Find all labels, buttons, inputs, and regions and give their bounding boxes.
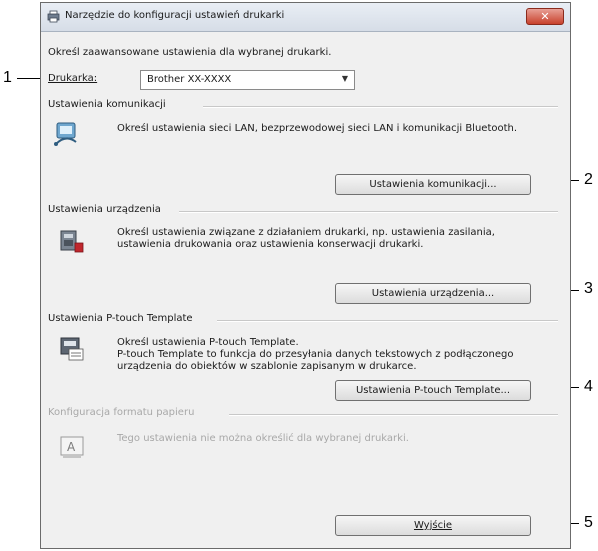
- printer-settings-icon: [60, 230, 84, 253]
- title-bar[interactable]: Narzędzie do konfiguracji ustawień druka…: [41, 3, 570, 32]
- close-button[interactable]: ✕: [526, 8, 564, 25]
- callout-5: 5: [584, 514, 593, 531]
- section-title-paper: Konfiguracja formatu papieru: [48, 407, 195, 418]
- callout-2: 2: [584, 171, 593, 188]
- section-divider: [217, 320, 558, 322]
- ptouch-description-line3: urządzenia do obiektów w szablonie zapis…: [117, 361, 417, 372]
- device-settings-button[interactable]: Ustawienia urządzenia...: [335, 283, 531, 304]
- section-title-device: Ustawienia urządzenia: [48, 204, 161, 215]
- section-divider: [229, 414, 558, 416]
- ptouch-description-line2: P-touch Template to funkcja do przesyłan…: [117, 349, 514, 360]
- template-printer-icon: [60, 337, 84, 361]
- exit-button[interactable]: Wyjście: [335, 515, 531, 536]
- ptouch-description-line1: Określ ustawienia P-touch Template.: [117, 337, 299, 348]
- device-description-line1: Określ ustawienia związane z działaniem …: [117, 227, 495, 238]
- communication-description: Określ ustawienia sieci LAN, bezprzewodo…: [117, 123, 518, 134]
- section-divider: [203, 106, 558, 108]
- device-description-line2: ustawienia drukowania oraz ustawienia ko…: [117, 239, 424, 250]
- section-divider: [179, 211, 558, 213]
- printer-label: Drukarka:: [48, 73, 98, 84]
- printer-dropdown-value: Brother XX-XXXX: [147, 74, 232, 85]
- intro-text: Określ zaawansowane ustawienia dla wybra…: [48, 47, 332, 58]
- network-icon: [54, 122, 77, 146]
- paper-format-icon: A: [60, 436, 84, 458]
- callout-1: 1: [3, 69, 12, 86]
- chevron-down-icon: ▼: [341, 74, 348, 83]
- section-title-communication: Ustawienia komunikacji: [48, 99, 166, 110]
- communication-settings-button[interactable]: Ustawienia komunikacji...: [335, 174, 531, 195]
- callout-1-line: [17, 78, 41, 79]
- callout-4: 4: [584, 378, 593, 395]
- printer-dropdown[interactable]: Brother XX-XXXX ▼: [140, 70, 355, 90]
- window-title: Narzędzie do konfiguracji ustawień druka…: [65, 10, 285, 21]
- callout-3: 3: [584, 280, 593, 297]
- svg-text:A: A: [67, 440, 76, 454]
- paper-description: Tego ustawienia nie można określić dla w…: [117, 433, 409, 444]
- section-title-ptouch: Ustawienia P-touch Template: [48, 313, 193, 324]
- settings-dialog: Narzędzie do konfiguracji ustawień druka…: [40, 2, 571, 549]
- printer-tool-icon: [47, 10, 60, 23]
- ptouch-template-settings-button[interactable]: Ustawienia P-touch Template...: [335, 380, 531, 401]
